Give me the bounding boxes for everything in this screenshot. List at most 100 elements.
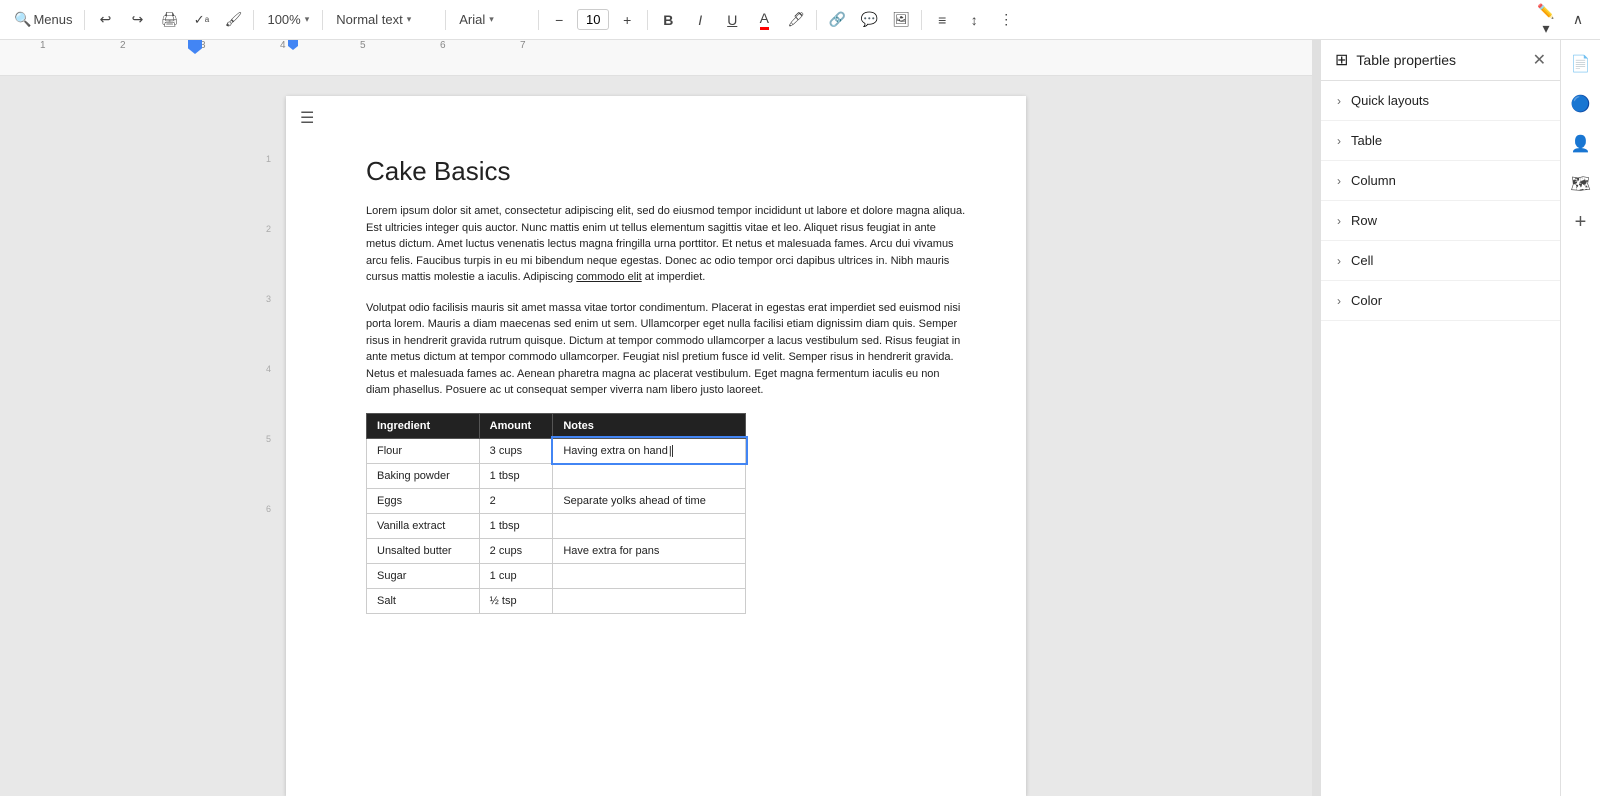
print-button[interactable]: 🖨	[155, 6, 183, 34]
image-button[interactable]: 🖼	[887, 6, 915, 34]
table-row[interactable]: Salt½ tsp	[367, 588, 746, 613]
spellcheck-button[interactable]: ✓a	[187, 6, 215, 34]
table-row[interactable]: Eggs2Separate yolks ahead of time	[367, 488, 746, 513]
undo-button[interactable]: ↩	[91, 6, 119, 34]
panel-section-quick-layouts[interactable]: › Quick layouts	[1321, 81, 1560, 121]
amount-cell[interactable]: 2	[479, 488, 553, 513]
notes-cell[interactable]: Separate yolks ahead of time	[553, 488, 746, 513]
panel-section-color[interactable]: › Color	[1321, 281, 1560, 321]
ingredient-cell[interactable]: Baking powder	[367, 463, 480, 488]
paintformat-button[interactable]: 🖌	[219, 6, 247, 34]
redo-button[interactable]: ↪	[123, 6, 151, 34]
color-chevron: ›	[1337, 294, 1341, 308]
ingredient-table[interactable]: Ingredient Amount Notes Flour3 cupsHavin…	[366, 413, 746, 614]
ingredient-cell[interactable]: Vanilla extract	[367, 513, 480, 538]
search-button[interactable]: 🔍 Menus	[8, 7, 78, 32]
amount-cell[interactable]: ½ tsp	[479, 588, 553, 613]
panel-title: ⊞ Table properties	[1335, 50, 1456, 70]
separator	[322, 10, 323, 30]
zoom-dropdown[interactable]: 100% ▾	[260, 8, 316, 31]
notes-cell[interactable]	[553, 563, 746, 588]
pencil-mode-button[interactable]: ✏️ ▾	[1532, 6, 1560, 34]
align-button[interactable]: ≡	[928, 6, 956, 34]
vertical-scrollbar[interactable]	[1312, 40, 1320, 796]
table-row[interactable]: Sugar1 cup	[367, 563, 746, 588]
doc-title[interactable]: Cake Basics	[366, 156, 966, 187]
notes-cell[interactable]: Having extra on hand|	[553, 438, 746, 463]
notes-cell[interactable]	[553, 463, 746, 488]
paragraph-2[interactable]: Volutpat odio facilisis mauris sit amet …	[366, 300, 966, 399]
user-icon[interactable]: 👤	[1565, 128, 1597, 160]
notes-cell[interactable]: Have extra for pans	[553, 538, 746, 563]
paragraph-1[interactable]: Lorem ipsum dolor sit amet, consectetur …	[366, 203, 966, 286]
table-row[interactable]: Flour3 cupsHaving extra on hand|	[367, 438, 746, 463]
quick-layouts-chevron: ›	[1337, 94, 1341, 108]
separator	[253, 10, 254, 30]
table-row[interactable]: Baking powder1 tbsp	[367, 463, 746, 488]
font-size-input[interactable]: 10	[577, 9, 609, 30]
spacing-button[interactable]: ↕	[960, 6, 988, 34]
toolbar: 🔍 Menus ↩ ↪ 🖨 ✓a 🖌 100% ▾ Normal text ▾ …	[0, 0, 1600, 40]
more-button[interactable]: ⋮	[992, 6, 1020, 34]
font-size-decrease[interactable]: −	[545, 6, 573, 34]
comment-button[interactable]: 💬	[855, 6, 883, 34]
panel-section-cell[interactable]: › Cell	[1321, 241, 1560, 281]
cell-label: Cell	[1351, 253, 1373, 268]
main-area: 1 2 3 4 5 6 7 1 2 3 4 5	[0, 40, 1600, 796]
text-color-button[interactable]: A	[750, 6, 778, 34]
search-icon: 🔍	[14, 11, 31, 28]
ingredient-cell[interactable]: Salt	[367, 588, 480, 613]
font-size-increase[interactable]: +	[613, 6, 641, 34]
doc-scroll[interactable]: 1 2 3 4 5 6 ☰ Cake Basics Lorem ipsum do…	[0, 76, 1312, 796]
table-label: Table	[1351, 133, 1382, 148]
cell-chevron: ›	[1337, 254, 1341, 268]
amount-cell[interactable]: 3 cups	[479, 438, 553, 463]
map-icon[interactable]: 🗺	[1565, 168, 1597, 200]
amount-cell[interactable]: 1 cup	[479, 563, 553, 588]
panel-close-button[interactable]: ✕	[1533, 50, 1546, 70]
font-dropdown[interactable]: Arial ▾	[452, 8, 532, 31]
highlight-button[interactable]: 🖊	[782, 6, 810, 34]
far-right-sidebar: 📄 🔵 👤 🗺 +	[1560, 40, 1600, 796]
document-page[interactable]: ☰ Cake Basics Lorem ipsum dolor sit amet…	[286, 96, 1026, 796]
docs-icon[interactable]: 📄	[1565, 48, 1597, 80]
amount-cell[interactable]: 1 tbsp	[479, 513, 553, 538]
underline-button[interactable]: U	[718, 6, 746, 34]
column-chevron: ›	[1337, 174, 1341, 188]
table-header-ingredient: Ingredient	[367, 413, 480, 438]
panel-section-column[interactable]: › Column	[1321, 161, 1560, 201]
ruler-mark-4: 4	[280, 40, 286, 51]
quick-layouts-label: Quick layouts	[1351, 93, 1429, 108]
panel-header: ⊞ Table properties ✕	[1321, 40, 1560, 81]
ingredient-cell[interactable]: Unsalted butter	[367, 538, 480, 563]
separator	[84, 10, 85, 30]
separator	[816, 10, 817, 30]
add-button[interactable]: +	[1567, 208, 1595, 236]
ruler-mark-1: 1	[40, 40, 46, 51]
update-icon[interactable]: 🔵	[1565, 88, 1597, 120]
style-dropdown[interactable]: Normal text ▾	[329, 8, 439, 31]
notes-cell[interactable]	[553, 588, 746, 613]
bold-button[interactable]: B	[654, 6, 682, 34]
notes-cell[interactable]	[553, 513, 746, 538]
ingredient-cell[interactable]: Eggs	[367, 488, 480, 513]
table-row[interactable]: Vanilla extract1 tbsp	[367, 513, 746, 538]
doc-list-icon[interactable]: ☰	[300, 108, 314, 128]
table-chevron: ›	[1337, 134, 1341, 148]
table-row[interactable]: Unsalted butter2 cupsHave extra for pans	[367, 538, 746, 563]
amount-cell[interactable]: 1 tbsp	[479, 463, 553, 488]
horizontal-ruler: 1 2 3 4 5 6 7	[0, 40, 1312, 76]
amount-cell[interactable]: 2 cups	[479, 538, 553, 563]
ruler-mark-7: 7	[520, 40, 526, 51]
panel-section-row[interactable]: › Row	[1321, 201, 1560, 241]
doc-area: 1 2 3 4 5 6 7 1 2 3 4 5	[0, 40, 1312, 796]
ruler-mark-2: 2	[120, 40, 126, 51]
ingredient-cell[interactable]: Flour	[367, 438, 480, 463]
ingredient-cell[interactable]: Sugar	[367, 563, 480, 588]
link-button[interactable]: 🔗	[823, 6, 851, 34]
collapse-toolbar-button[interactable]: ∧	[1564, 6, 1592, 34]
column-label: Column	[1351, 173, 1396, 188]
panel-section-table[interactable]: › Table	[1321, 121, 1560, 161]
italic-button[interactable]: I	[686, 6, 714, 34]
table-properties-panel: ⊞ Table properties ✕ › Quick layouts › T…	[1320, 40, 1560, 796]
